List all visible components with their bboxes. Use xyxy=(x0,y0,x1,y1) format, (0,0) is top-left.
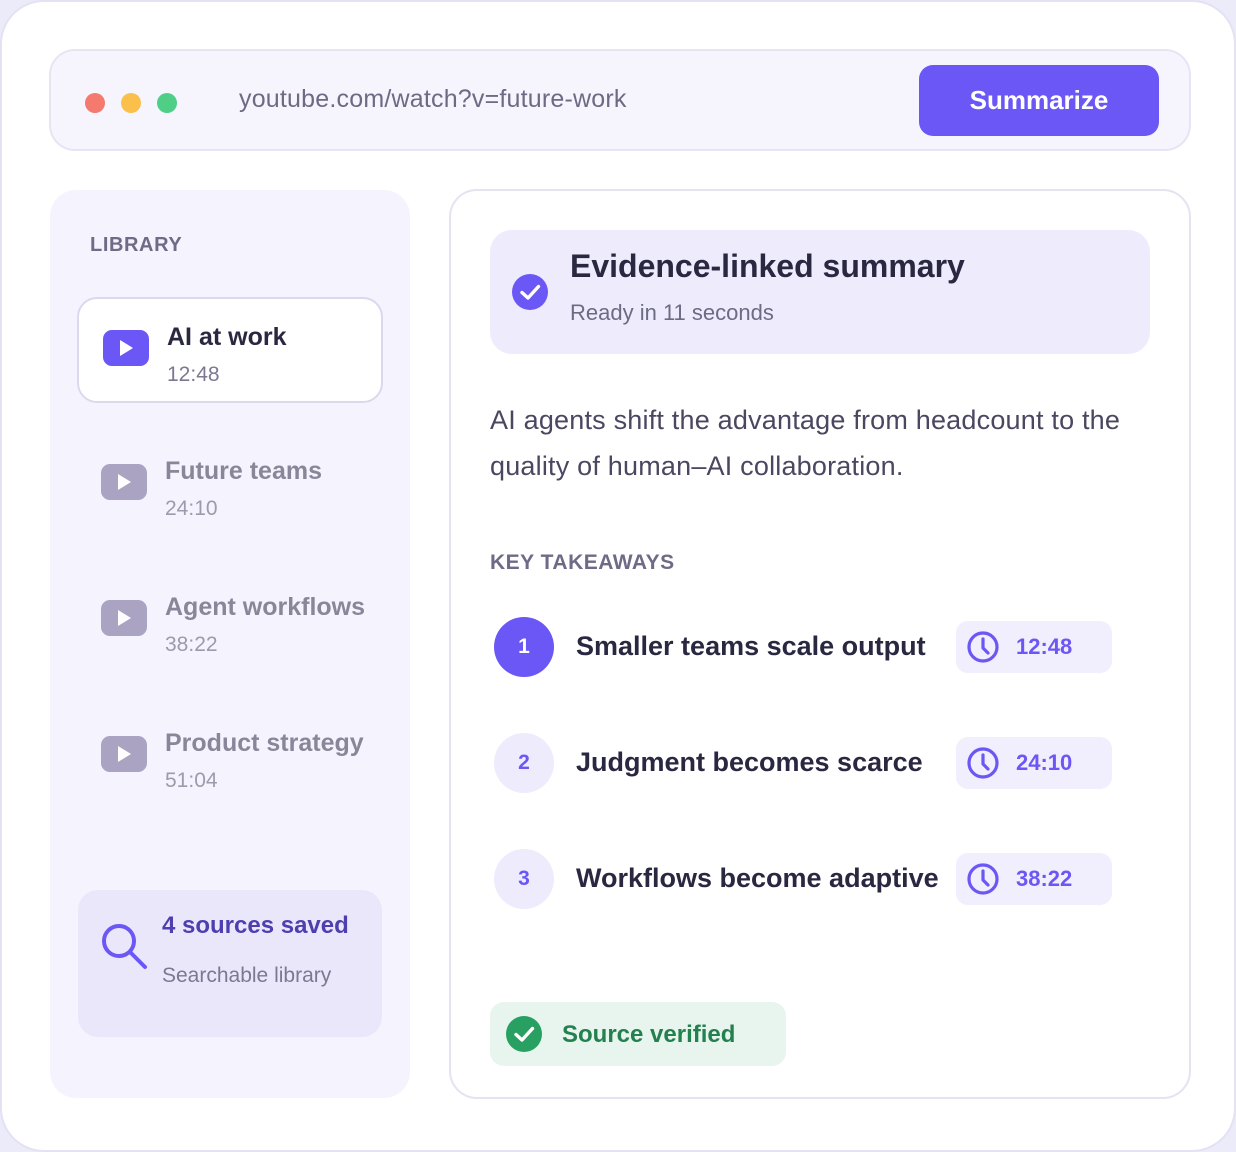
clock-icon xyxy=(967,631,999,663)
sources-saved-card[interactable]: 4 sources saved Searchable library xyxy=(78,890,382,1037)
library-heading: LIBRARY xyxy=(90,234,183,256)
summary-header: Evidence-linked summary Ready in 11 seco… xyxy=(490,230,1150,354)
timestamp-chip[interactable]: 24:10 xyxy=(956,737,1112,789)
check-circle-icon xyxy=(506,1016,542,1052)
close-window-dot[interactable] xyxy=(85,93,105,113)
key-takeaways-heading: KEY TAKEAWAYS xyxy=(490,551,675,574)
takeaway-number: 2 xyxy=(494,733,554,793)
summary-status: Ready in 11 seconds xyxy=(570,300,774,325)
summary-title: Evidence-linked summary xyxy=(570,248,965,284)
sources-count: 4 sources saved xyxy=(162,912,349,939)
takeaway-number: 3 xyxy=(494,849,554,909)
timestamp: 12:48 xyxy=(1016,634,1073,659)
library-item-duration: 38:22 xyxy=(165,633,218,656)
library-sidebar: LIBRARY AI at work 12:48 Future teams 24… xyxy=(50,190,410,1098)
takeaway-text: Smaller teams scale output xyxy=(576,631,926,661)
library-item-title: Future teams xyxy=(165,457,322,485)
takeaway-text: Judgment becomes scarce xyxy=(576,747,923,777)
library-item-title: AI at work xyxy=(167,323,287,351)
timestamp-chip[interactable]: 12:48 xyxy=(956,621,1112,673)
check-circle-icon xyxy=(512,274,548,310)
timestamp-chip[interactable]: 38:22 xyxy=(956,853,1112,905)
clock-icon xyxy=(967,863,999,895)
library-item-duration: 12:48 xyxy=(167,363,220,386)
summary-panel: Evidence-linked summary Ready in 11 seco… xyxy=(449,189,1191,1099)
play-icon xyxy=(101,464,147,500)
search-icon xyxy=(102,924,147,969)
takeaway-text: Workflows become adaptive xyxy=(576,863,939,893)
library-item-product-strategy[interactable]: Product strategy 51:04 xyxy=(77,705,383,811)
summary-text: AI agents shift the advantage from headc… xyxy=(490,405,1121,481)
source-verified-badge: Source verified xyxy=(490,1002,786,1066)
app-window: youtube.com/watch?v=future-work Summariz… xyxy=(0,0,1236,1152)
takeaway-item: 3 Workflows become adaptive 38:22 xyxy=(494,849,1134,911)
summarize-button[interactable]: Summarize xyxy=(919,65,1159,136)
play-icon xyxy=(103,330,149,366)
timestamp: 38:22 xyxy=(1016,866,1073,891)
url-field[interactable]: youtube.com/watch?v=future-work xyxy=(239,85,627,114)
library-item-agent-workflows[interactable]: Agent workflows 38:22 xyxy=(77,569,383,675)
library-item-future-teams[interactable]: Future teams 24:10 xyxy=(77,433,383,539)
library-item-title: Product strategy xyxy=(165,729,364,757)
play-icon xyxy=(101,600,147,636)
takeaway-item: 1 Smaller teams scale output 12:48 xyxy=(494,617,1134,679)
timestamp: 24:10 xyxy=(1016,750,1073,775)
takeaway-number: 1 xyxy=(494,617,554,677)
library-item-duration: 51:04 xyxy=(165,769,218,792)
maximize-window-dot[interactable] xyxy=(157,93,177,113)
source-verified-label: Source verified xyxy=(562,1021,736,1048)
sources-subtitle: Searchable library xyxy=(162,964,332,987)
library-item-title: Agent workflows xyxy=(165,593,366,621)
takeaway-item: 2 Judgment becomes scarce 24:10 xyxy=(494,733,1134,795)
clock-icon xyxy=(967,747,999,779)
library-item-duration: 24:10 xyxy=(165,497,218,520)
minimize-window-dot[interactable] xyxy=(121,93,141,113)
play-icon xyxy=(101,736,147,772)
library-item-ai-at-work[interactable]: AI at work 12:48 xyxy=(77,297,383,403)
browser-bar: youtube.com/watch?v=future-work Summariz… xyxy=(49,49,1191,151)
